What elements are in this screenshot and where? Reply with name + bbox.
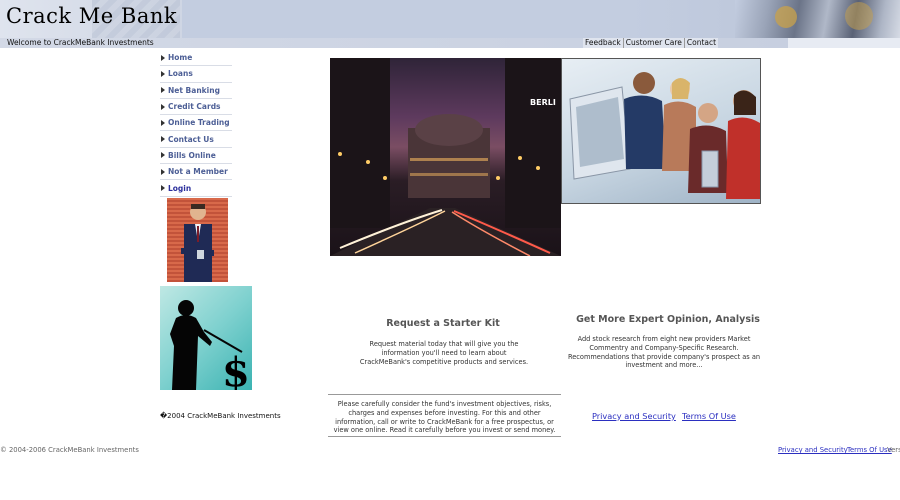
starter-kit-text: Request material today that will give yo…: [359, 340, 529, 366]
left-nav: Home Loans Net Banking Credit Cards Onli…: [160, 50, 232, 197]
footer-copyright: © 2004-2006 CrackMeBank Investments: [0, 446, 139, 454]
terms-of-use-link[interactable]: Terms Of Use: [682, 411, 736, 421]
nav-item-not-a-member[interactable]: Not a Member: [160, 164, 232, 181]
nav-item-label: Online Trading: [168, 118, 230, 128]
nav-item-login[interactable]: Login: [160, 180, 232, 197]
nav-item-label: Contact Us: [168, 134, 214, 144]
privacy-security-link[interactable]: Privacy and Security: [592, 411, 676, 421]
city-night-photo: BERLI: [330, 58, 561, 256]
footer-version: Vers: [887, 446, 900, 454]
businessman-photo: [167, 198, 228, 282]
nav-item-credit-cards[interactable]: Credit Cards: [160, 99, 232, 116]
svg-text:$: $: [222, 349, 250, 390]
footer-privacy-link[interactable]: Privacy and Security: [778, 446, 848, 454]
customer-care-link[interactable]: Customer Care: [622, 38, 684, 48]
nav-item-loans[interactable]: Loans: [160, 66, 232, 83]
copyright-mid: �2004 CrackMeBank Investments: [160, 412, 281, 420]
nav-item-contact-us[interactable]: Contact Us: [160, 131, 232, 148]
arrow-right-icon: [161, 168, 165, 175]
nav-item-label: Not a Member: [168, 167, 228, 177]
arrow-right-icon: [161, 119, 165, 126]
arrow-right-icon: [161, 87, 165, 94]
arrow-right-icon: [161, 70, 165, 77]
arrow-right-icon: [161, 136, 165, 143]
arrow-right-icon: [161, 103, 165, 110]
top-links: Feedback Customer Care Contact: [583, 38, 719, 48]
nav-item-label: Bills Online: [168, 150, 216, 160]
nav-item-label: Login: [168, 183, 192, 193]
arrow-right-icon: [161, 54, 165, 61]
expert-opinion-heading: Get More Expert Opinion, Analysis: [576, 314, 760, 325]
expert-opinion-text: Add stock research from eight new provid…: [567, 335, 761, 370]
site-logo[interactable]: Crack Me Bank: [6, 4, 177, 28]
arrow-right-icon: [161, 152, 165, 159]
investment-disclaimer: Please carefully consider the fund's inv…: [328, 394, 561, 437]
nav-item-label: Loans: [168, 69, 193, 79]
footer-terms-link[interactable]: Terms Of Use: [847, 446, 892, 454]
welcome-text: Welcome to CrackMeBank Investments: [7, 38, 154, 47]
nav-item-online-trading[interactable]: Online Trading: [160, 115, 232, 132]
nav-item-bills-online[interactable]: Bills Online: [160, 148, 232, 165]
berli-sign-text: BERLI: [530, 98, 556, 107]
banner-decorative-image: [735, 0, 900, 38]
starter-kit-heading: Request a Starter Kit: [386, 318, 500, 329]
nav-item-label: Home: [168, 53, 193, 63]
contact-link[interactable]: Contact: [683, 38, 719, 48]
nav-item-label: Credit Cards: [168, 102, 221, 112]
arrow-right-icon: [161, 185, 165, 192]
team-at-computer-photo: [561, 58, 761, 204]
nav-item-label: Net Banking: [168, 85, 220, 95]
dollar-silhouette-image: $: [160, 286, 252, 390]
feedback-link[interactable]: Feedback: [583, 38, 623, 48]
nav-item-net-banking[interactable]: Net Banking: [160, 83, 232, 99]
nav-item-home[interactable]: Home: [160, 50, 232, 67]
